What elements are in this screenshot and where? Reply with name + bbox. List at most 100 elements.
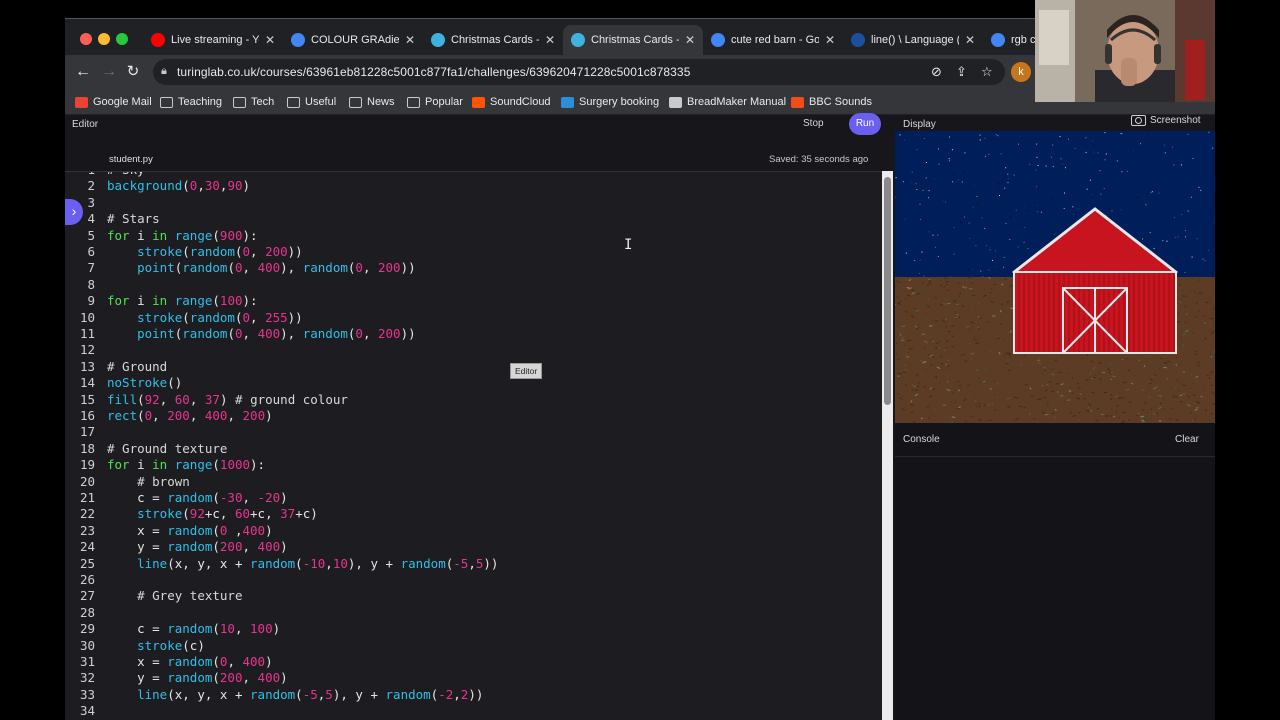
tab-7[interactable]: rgb co (983, 25, 1043, 55)
code-line[interactable]: stroke(random(0, 255)) (107, 310, 303, 326)
code-line[interactable]: y = random(200, 400) (107, 670, 288, 686)
bookmark-google-mail[interactable]: Google Mail (75, 94, 152, 110)
close-tab-icon[interactable]: ✕ (265, 33, 275, 47)
code-line[interactable]: # Ground texture (107, 441, 227, 457)
close-tab-icon[interactable]: ✕ (405, 33, 415, 47)
folder-icon (287, 96, 300, 108)
folder-icon (160, 96, 173, 108)
tab-3[interactable]: Christmas Cards - ✕ (423, 25, 563, 55)
line-number: 7 (87, 260, 95, 276)
code-line[interactable]: point(random(0, 400), random(0, 200)) (107, 326, 416, 342)
back-icon[interactable]: ← (73, 62, 93, 82)
display-title: Display (903, 119, 936, 130)
line-number: 11 (79, 326, 95, 341)
tab-title: Christmas Cards - (591, 34, 679, 46)
code-line[interactable]: c = random(10, 100) (107, 621, 280, 637)
clear-console-button[interactable]: Clear (1175, 434, 1199, 445)
line-number: 5 (87, 227, 95, 243)
youtube-icon (151, 33, 165, 47)
tab-1[interactable]: Live streaming - Yo ✕ (143, 25, 283, 55)
code-line[interactable]: x = random(0 ,400) (107, 523, 273, 539)
code-line[interactable]: x = random(0, 400) (107, 654, 273, 670)
tab-2[interactable]: COLOUR GRAdient ✕ (283, 25, 423, 55)
line-number: 10 (79, 309, 95, 325)
webcam-overlay (1035, 0, 1215, 102)
code-line[interactable]: fill(92, 60, 37) # ground colour (107, 392, 348, 408)
line-number: 30 (79, 637, 95, 653)
code-line[interactable]: line(x, y, x + random(-10,10), y + rando… (107, 556, 498, 572)
folder-icon (233, 96, 246, 108)
code-line[interactable]: # brown (107, 474, 190, 490)
line-number: 32 (79, 670, 95, 686)
file-tab[interactable]: student.py (109, 154, 153, 165)
bookmark-label: Surgery booking (579, 96, 660, 108)
lock-icon: 🔒︎ (161, 65, 167, 77)
code-line[interactable]: # Ground (107, 359, 167, 375)
url-text[interactable]: turinglab.co.uk/courses/63961eb81228c500… (177, 65, 690, 79)
code-line[interactable]: y = random(200, 400) (107, 539, 288, 555)
bookmark-teaching[interactable]: Teaching (160, 94, 222, 110)
line-number: 16 (79, 408, 95, 423)
code-line[interactable]: background(0,30,90) (107, 178, 250, 194)
bookmark-label: Google Mail (93, 96, 152, 108)
close-tab-icon[interactable]: ✕ (545, 33, 555, 47)
code-line[interactable]: rect(0, 200, 400, 200) (107, 408, 273, 424)
address-bar[interactable]: 🔒︎ turinglab.co.uk/courses/63961eb81228c… (153, 59, 1005, 85)
code-line[interactable]: c = random(-30, -20) (107, 490, 288, 506)
editor-scrollbar[interactable] (882, 171, 893, 720)
minimize-window-button[interactable] (98, 33, 110, 45)
close-tab-icon[interactable]: ✕ (685, 33, 695, 47)
stop-button[interactable]: Stop (803, 118, 824, 129)
share-icon[interactable]: ⇪ (956, 64, 967, 80)
tooltip: Editor (510, 363, 543, 379)
globe-icon (669, 96, 682, 108)
bookmark-surgery-booking[interactable]: Surgery booking (561, 94, 659, 110)
code-line[interactable]: # Sky (107, 172, 145, 178)
code-editor[interactable]: 1234567891011121314151617181920212223242… (65, 171, 882, 720)
bookmark-news[interactable]: News (349, 94, 395, 110)
tab-title: cute red barn - Goo (731, 34, 819, 46)
bookmark-popular[interactable]: Popular (407, 94, 463, 110)
close-window-button[interactable] (80, 33, 92, 45)
code-line[interactable]: # Stars (107, 211, 160, 227)
console-output (895, 457, 1215, 720)
maximize-window-button[interactable] (116, 33, 128, 45)
tab-5[interactable]: cute red barn - Goo ✕ (703, 25, 843, 55)
tab-4[interactable]: Christmas Cards - ✕ (563, 25, 703, 55)
screenshot-button[interactable]: Screenshot (1131, 115, 1201, 126)
code-line[interactable]: for i in range(900): (107, 228, 258, 244)
code-line[interactable]: for i in range(100): (107, 293, 258, 309)
run-button[interactable]: Run (849, 113, 881, 135)
profile-avatar[interactable]: k (1011, 62, 1031, 82)
bookmark-label: Teaching (178, 96, 223, 108)
eye-off-icon[interactable]: ⊘ (931, 64, 942, 80)
code-line[interactable]: noStroke() (107, 375, 182, 391)
bookmark-tech[interactable]: Tech (233, 94, 274, 110)
code-line[interactable]: stroke(92+c, 60+c, 37+c) (107, 506, 318, 522)
tab-6[interactable]: line() \ Language (A ✕ (843, 25, 983, 55)
reload-icon[interactable]: ↻ (123, 62, 143, 82)
code-line[interactable]: line(x, y, x + random(-5,5), y + random(… (107, 687, 483, 703)
code-line[interactable]: # Grey texture (107, 588, 242, 604)
line-number: 22 (79, 506, 95, 522)
tab-title: line() \ Language (A (871, 34, 959, 46)
bookmark-label: Popular (425, 96, 463, 108)
code-line[interactable]: for i in range(1000): (107, 457, 265, 473)
bookmark-label: Useful (305, 96, 337, 108)
line-number: 34 (79, 703, 95, 719)
close-tab-icon[interactable]: ✕ (965, 33, 975, 47)
star-icon[interactable]: ☆ (981, 64, 993, 80)
tab-title: COLOUR GRAdient (311, 34, 399, 46)
bookmark-useful[interactable]: Useful (287, 94, 336, 110)
close-tab-icon[interactable]: ✕ (825, 33, 835, 47)
bookmark-breadmaker-manual[interactable]: BreadMaker Manual (669, 94, 786, 110)
forward-icon[interactable]: → (99, 62, 119, 82)
code-line[interactable]: point(random(0, 400), random(0, 200)) (107, 260, 416, 276)
scrollbar-thumb[interactable] (884, 177, 891, 405)
bookmark-soundcloud[interactable]: SoundCloud (472, 94, 551, 110)
line-number: 24 (79, 539, 95, 555)
code-line[interactable]: stroke(c) (107, 638, 205, 654)
code-line[interactable]: stroke(random(0, 200)) (107, 244, 303, 260)
bookmark-label: SoundCloud (490, 96, 551, 108)
bookmark-bbc-sounds[interactable]: BBC Sounds (791, 94, 872, 110)
